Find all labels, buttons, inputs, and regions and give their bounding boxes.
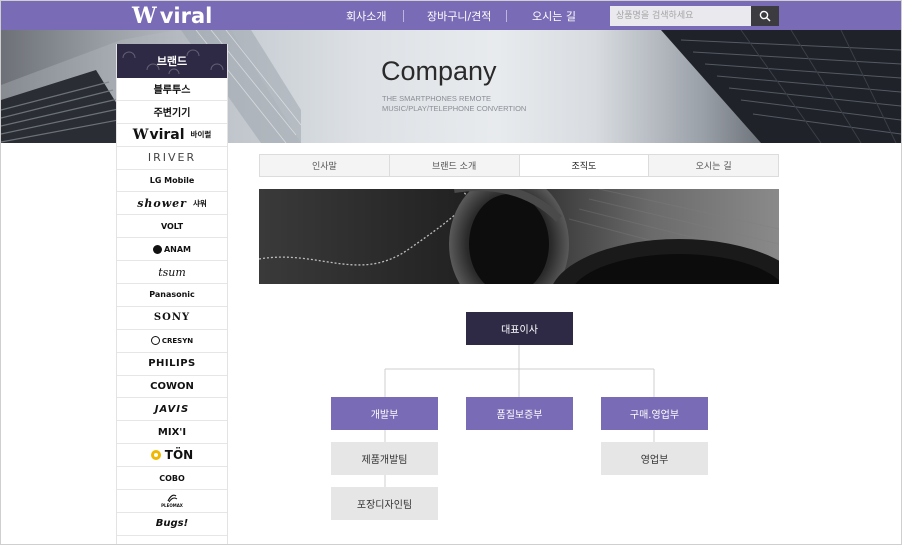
sidebar-item-label: Bugs! bbox=[155, 518, 189, 530]
tab-org-chart[interactable]: 조직도 bbox=[519, 155, 650, 176]
sidebar-item-label: TÖN bbox=[164, 448, 194, 463]
banner-subtitle-line: MUSIC/PLAY/TELEPHONE CONVERTION bbox=[382, 104, 527, 113]
search-button[interactable] bbox=[751, 6, 779, 26]
tab-directions[interactable]: 오시는 길 bbox=[649, 155, 778, 176]
sidebar-item-philips[interactable]: PHILIPS bbox=[117, 353, 227, 376]
sidebar-item-cowon[interactable]: COWON bbox=[117, 376, 227, 399]
org-team-sales: 영업부 bbox=[601, 442, 708, 475]
org-dept-purchasing-sales: 구매.영업부 bbox=[601, 397, 708, 430]
sidebar-item-label: COBO bbox=[159, 473, 185, 483]
anam-logo-icon bbox=[152, 244, 162, 254]
sidebar-item-label: tsum bbox=[158, 265, 186, 279]
sidebar-heading-label: 브랜드 bbox=[156, 55, 188, 68]
tab-greeting[interactable]: 인사말 bbox=[260, 155, 390, 176]
main-nav: 회사소개 bbox=[346, 1, 386, 30]
banner-title: Company bbox=[381, 56, 497, 86]
brand-sidebar: 브랜드 블루투스 주변기기 W viral 바이럴 IRIVER LG Mobi… bbox=[116, 44, 228, 544]
sidebar-item-label: LG Mobile bbox=[149, 176, 195, 185]
sidebar-item-label: IRIVER bbox=[147, 151, 197, 165]
sidebar-item-pleomax[interactable]: PLEOMAX bbox=[117, 490, 227, 513]
sidebar-item-label: PHILIPS bbox=[148, 358, 196, 370]
sidebar-heading: 브랜드 bbox=[117, 44, 227, 78]
search-icon bbox=[759, 10, 771, 22]
logo-mark: W bbox=[132, 2, 157, 29]
building-right-image bbox=[661, 30, 901, 143]
sidebar-item-label: SONY bbox=[153, 312, 191, 324]
nav-directions[interactable]: 오시는 길 bbox=[532, 8, 576, 24]
sidebar-item-ton[interactable]: TÖN bbox=[117, 444, 227, 468]
banner-subtitle: THE SMARTPHONES REMOTE MUSIC/PLAY/TELEPH… bbox=[382, 94, 526, 114]
sidebar-item-bluetooth[interactable]: 블루투스 bbox=[117, 78, 227, 101]
sidebar-item-suffix: 바이럴 bbox=[190, 130, 212, 140]
sidebar-item-viral[interactable]: W viral 바이럴 bbox=[117, 124, 227, 147]
sidebar-item-label: shower bbox=[137, 196, 187, 210]
sidebar-item-lg-mobile[interactable]: LG Mobile bbox=[117, 170, 227, 193]
sidebar-item-sony[interactable]: SONY bbox=[117, 307, 227, 330]
headphones-photo bbox=[259, 189, 779, 284]
page: W viral 회사소개 장바구니/견적 오시는 길 상품명을 검색하세요 Co… bbox=[0, 0, 902, 545]
sidebar-item-label: COWON bbox=[150, 381, 194, 393]
sidebar-item-label: 블루투스 bbox=[153, 85, 191, 97]
sidebar-item-javis[interactable]: JAVIS bbox=[117, 398, 227, 422]
sidebar-item-label: ANAM bbox=[163, 244, 192, 254]
sidebar-item-accessories[interactable]: 주변기기 bbox=[117, 101, 227, 124]
sidebar-item-label: MIX'I bbox=[157, 426, 187, 438]
ton-logo-icon bbox=[150, 450, 161, 461]
site-logo[interactable]: W viral bbox=[132, 2, 213, 29]
sidebar-item-cobo[interactable]: COBO bbox=[117, 467, 227, 491]
logo-text: viral bbox=[159, 3, 213, 28]
sidebar-item-label: JAVIS bbox=[154, 403, 190, 415]
org-team-package-design: 포장디자인팀 bbox=[331, 487, 438, 520]
nav-separator bbox=[403, 9, 404, 22]
search-box bbox=[610, 6, 779, 26]
org-dept-quality-assurance: 품질보증부 bbox=[466, 397, 573, 430]
company-tabs: 인사말 브랜드 소개 조직도 오시는 길 bbox=[259, 154, 779, 177]
cresyn-logo-icon bbox=[150, 336, 160, 346]
sidebar-item-mixi[interactable]: MIX'I bbox=[117, 421, 227, 445]
sidebar-item-iriver[interactable]: IRIVER bbox=[117, 147, 227, 170]
nav-cart-quote[interactable]: 장바구니/견적 bbox=[427, 8, 491, 24]
sidebar-item-tsum[interactable]: tsum bbox=[117, 261, 227, 285]
search-input[interactable] bbox=[610, 6, 751, 26]
sidebar-item-volt[interactable]: VOLT bbox=[117, 215, 227, 239]
sidebar-item-cresyn[interactable]: CRESYN bbox=[117, 330, 227, 353]
sidebar-item-shower[interactable]: shower 샤워 bbox=[117, 192, 227, 216]
sidebar-item-label: viral bbox=[149, 126, 185, 143]
tab-brand-intro[interactable]: 브랜드 소개 bbox=[389, 155, 520, 176]
headphones-image bbox=[259, 189, 779, 284]
sidebar-item-bugs[interactable]: Bugs! bbox=[117, 513, 227, 536]
nav-separator bbox=[506, 9, 507, 22]
sidebar-item-anam[interactable]: ANAM bbox=[117, 238, 227, 262]
sidebar-item-panasonic[interactable]: Panasonic bbox=[117, 284, 227, 307]
sidebar-item-label: PLEOMAX bbox=[161, 503, 183, 509]
sidebar-item-suffix: 샤워 bbox=[192, 198, 207, 208]
org-ceo: 대표이사 bbox=[466, 312, 573, 345]
org-dept-development: 개발부 bbox=[331, 397, 438, 430]
sidebar-item-label: VOLT bbox=[160, 221, 184, 231]
sidebar-item-label: 주변기기 bbox=[153, 108, 191, 120]
pleomax-logo-icon bbox=[167, 495, 178, 503]
banner-subtitle-line: THE SMARTPHONES REMOTE bbox=[382, 94, 492, 103]
top-bar: W viral 회사소개 장바구니/견적 오시는 길 bbox=[1, 1, 901, 30]
nav-company[interactable]: 회사소개 bbox=[346, 8, 386, 24]
org-team-product-dev: 제품개발팀 bbox=[331, 442, 438, 475]
viral-logo-mark-icon: W bbox=[132, 126, 149, 143]
sidebar-item-label: CRESYN bbox=[161, 336, 194, 345]
sidebar-item-label: Panasonic bbox=[149, 290, 195, 300]
